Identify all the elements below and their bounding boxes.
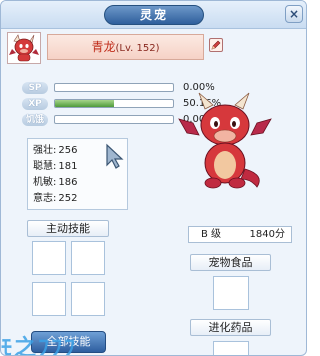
active-skills-header: 主动技能 [27,220,109,237]
hunger-label: 饥饿 [22,114,48,126]
attribute-row-intellect: 聪慧: 181 [33,161,78,172]
hunger-bar [54,115,174,124]
evolution-medicine-slot[interactable] [213,341,249,355]
attribute-row-will: 意志: 252 [33,193,78,204]
pencil-icon [211,40,221,50]
rename-button[interactable] [209,38,223,52]
pet-dragon-sprite [177,89,273,194]
attribute-row-agility: 机敏: 186 [33,177,78,188]
watermark-logo: ﾓ之ﾌﾌﾌ [1,335,78,356]
close-button[interactable]: × [285,5,303,23]
xp-bar-fill [55,100,115,107]
pet-panel: 灵宠 × 青龙(Lv. 152) SP 0.00% XP 50.16% 饥饿 0… [0,0,307,356]
pet-name: 青龙 [91,40,116,54]
skill-slot[interactable] [32,241,66,275]
title-bar: 灵宠 × [1,1,306,29]
skill-slot[interactable] [71,241,105,275]
grade-field: B 级 1840分 [188,226,292,243]
grade-score: 1840分 [249,229,285,240]
evolution-medicine-header: 进化药品 [190,319,271,336]
pet-name-field: 青龙(Lv. 152) [47,34,204,60]
xp-label: XP [22,98,48,110]
grade-label: B 级 [201,229,222,240]
xp-bar [54,99,174,108]
mouse-cursor-icon [105,143,125,172]
pet-avatar [7,32,41,64]
pet-food-slot[interactable] [213,276,249,310]
attribute-row-strength: 强壮: 256 [33,145,78,156]
pet-level: (Lv. 152) [115,43,160,54]
pet-food-header: 宠物食品 [190,254,271,271]
sp-bar [54,83,174,92]
skill-slot[interactable] [32,282,66,316]
sp-label: SP [22,82,48,94]
window-title: 灵宠 [104,5,204,25]
red-dragon-icon [9,34,39,62]
skill-slot[interactable] [71,282,105,316]
